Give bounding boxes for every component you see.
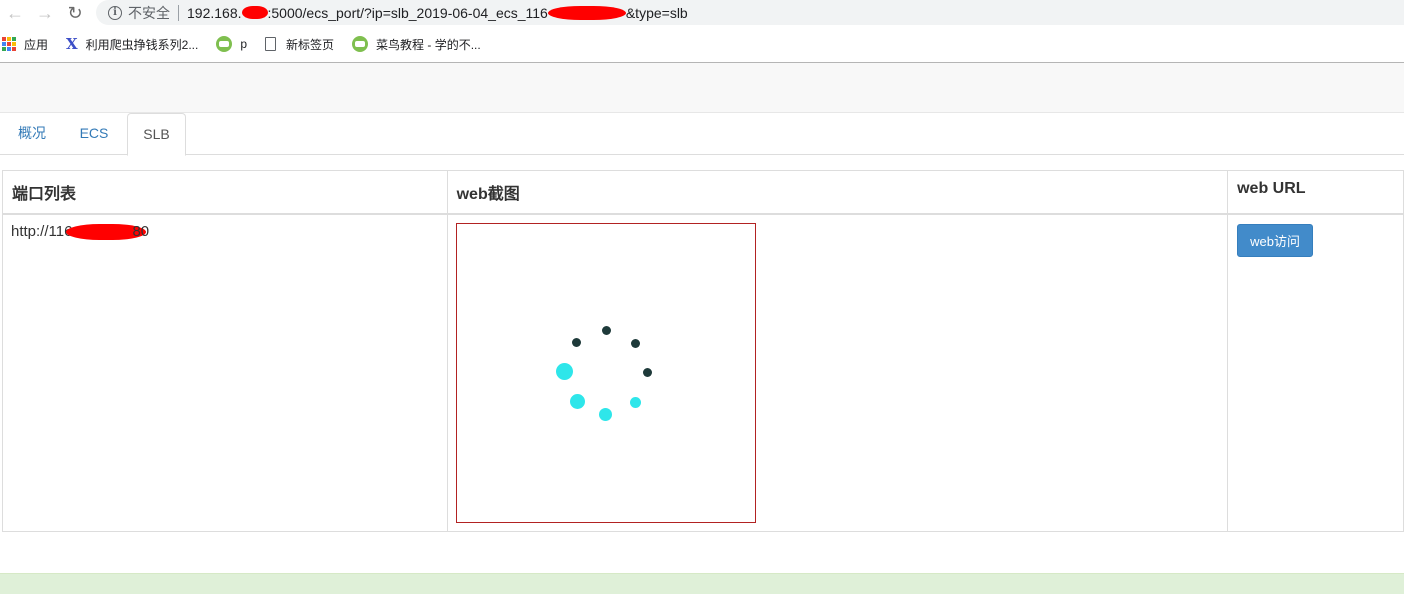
bookmark-apps[interactable]: 应用: [0, 36, 48, 53]
reload-button[interactable]: ↻: [60, 0, 90, 26]
page-icon: [265, 37, 277, 51]
arrow-left-icon: ←: [6, 2, 24, 23]
spinner-dot: [642, 368, 652, 377]
bookmark-crawler[interactable]: X 利用爬虫挣钱系列2...: [66, 35, 198, 53]
header-web-url: web URL: [1227, 170, 1404, 215]
tab-bar: 概况 ECS SLB: [0, 113, 1404, 156]
kb-icon: [216, 36, 233, 52]
redaction-mark: [547, 5, 626, 20]
bookmark-label: 应用: [24, 37, 49, 52]
table-header-row: 端口列表 web截图 web URL: [2, 170, 1404, 215]
runoob-icon: [352, 36, 369, 52]
bookmark-label: p: [240, 37, 248, 51]
x-logo-icon: X: [66, 35, 78, 53]
browser-toolbar: ← → ↻ i 不安全 192.168. :5000/ecs_port/?ip=…: [0, 0, 1404, 26]
apps-grid-icon: [2, 37, 16, 51]
web-screenshot: [455, 223, 757, 524]
port-cell: http://116 80: [2, 213, 448, 532]
spinner-dot: [571, 338, 581, 347]
reload-icon: ↻: [67, 2, 83, 23]
tab-ecs[interactable]: ECS: [62, 113, 126, 155]
arrow-right-icon: →: [36, 2, 54, 23]
url-cell: web访问: [1227, 213, 1404, 532]
spinner-dot: [555, 363, 573, 380]
address-bar[interactable]: i 不安全 192.168. :5000/ecs_port/?ip=slb_20…: [96, 0, 1404, 25]
forward-button[interactable]: →: [30, 0, 60, 26]
web-visit-button[interactable]: web访问: [1237, 224, 1313, 257]
tab-slb[interactable]: SLB: [127, 113, 186, 156]
url-part-1: 192.168.: [187, 4, 242, 21]
info-icon[interactable]: i: [108, 5, 122, 20]
bookmark-label: 新标签页: [286, 37, 335, 52]
url-part-2: :5000/ecs_port/?ip=slb_2019-06-04_ecs_11…: [267, 4, 548, 21]
port-url-suffix: 80: [132, 223, 150, 240]
spinner-dot: [601, 326, 611, 335]
bookmarks-bar: 应用 X 利用爬虫挣钱系列2... p 新标签页 菜鸟教程 - 学的不...: [0, 30, 1404, 58]
bookmark-runoob[interactable]: 菜鸟教程 - 学的不...: [352, 36, 481, 53]
bookmark-p[interactable]: p: [216, 36, 247, 52]
url-part-3: &type=slb: [625, 4, 688, 21]
back-button[interactable]: ←: [0, 0, 30, 26]
loading-spinner-icon: [457, 224, 757, 524]
page-footer: [0, 573, 1404, 594]
port-table: 端口列表 web截图 web URL http://116 80 web访问: [2, 170, 1404, 532]
security-label: 不安全: [128, 4, 170, 21]
bookmark-new-tab[interactable]: 新标签页: [265, 36, 334, 53]
table-row: http://116 80 web访问: [2, 213, 1404, 532]
spinner-dot: [630, 339, 640, 348]
screenshot-cell: [446, 213, 1229, 532]
port-url-prefix: http://116: [11, 223, 73, 240]
spinner-dot: [569, 394, 585, 409]
tab-overview[interactable]: 概况: [4, 113, 60, 155]
header-web-screenshot: web截图: [446, 170, 1229, 215]
spinner-dot: [598, 408, 612, 421]
bookmark-label: 利用爬虫挣钱系列2...: [85, 37, 199, 52]
header-port-list: 端口列表: [2, 170, 448, 215]
page-navbar: [0, 63, 1404, 113]
redaction-mark: [241, 6, 268, 19]
spinner-dot: [629, 397, 641, 408]
url-separator: [178, 4, 179, 21]
bookmark-label: 菜鸟教程 - 学的不...: [376, 37, 481, 52]
